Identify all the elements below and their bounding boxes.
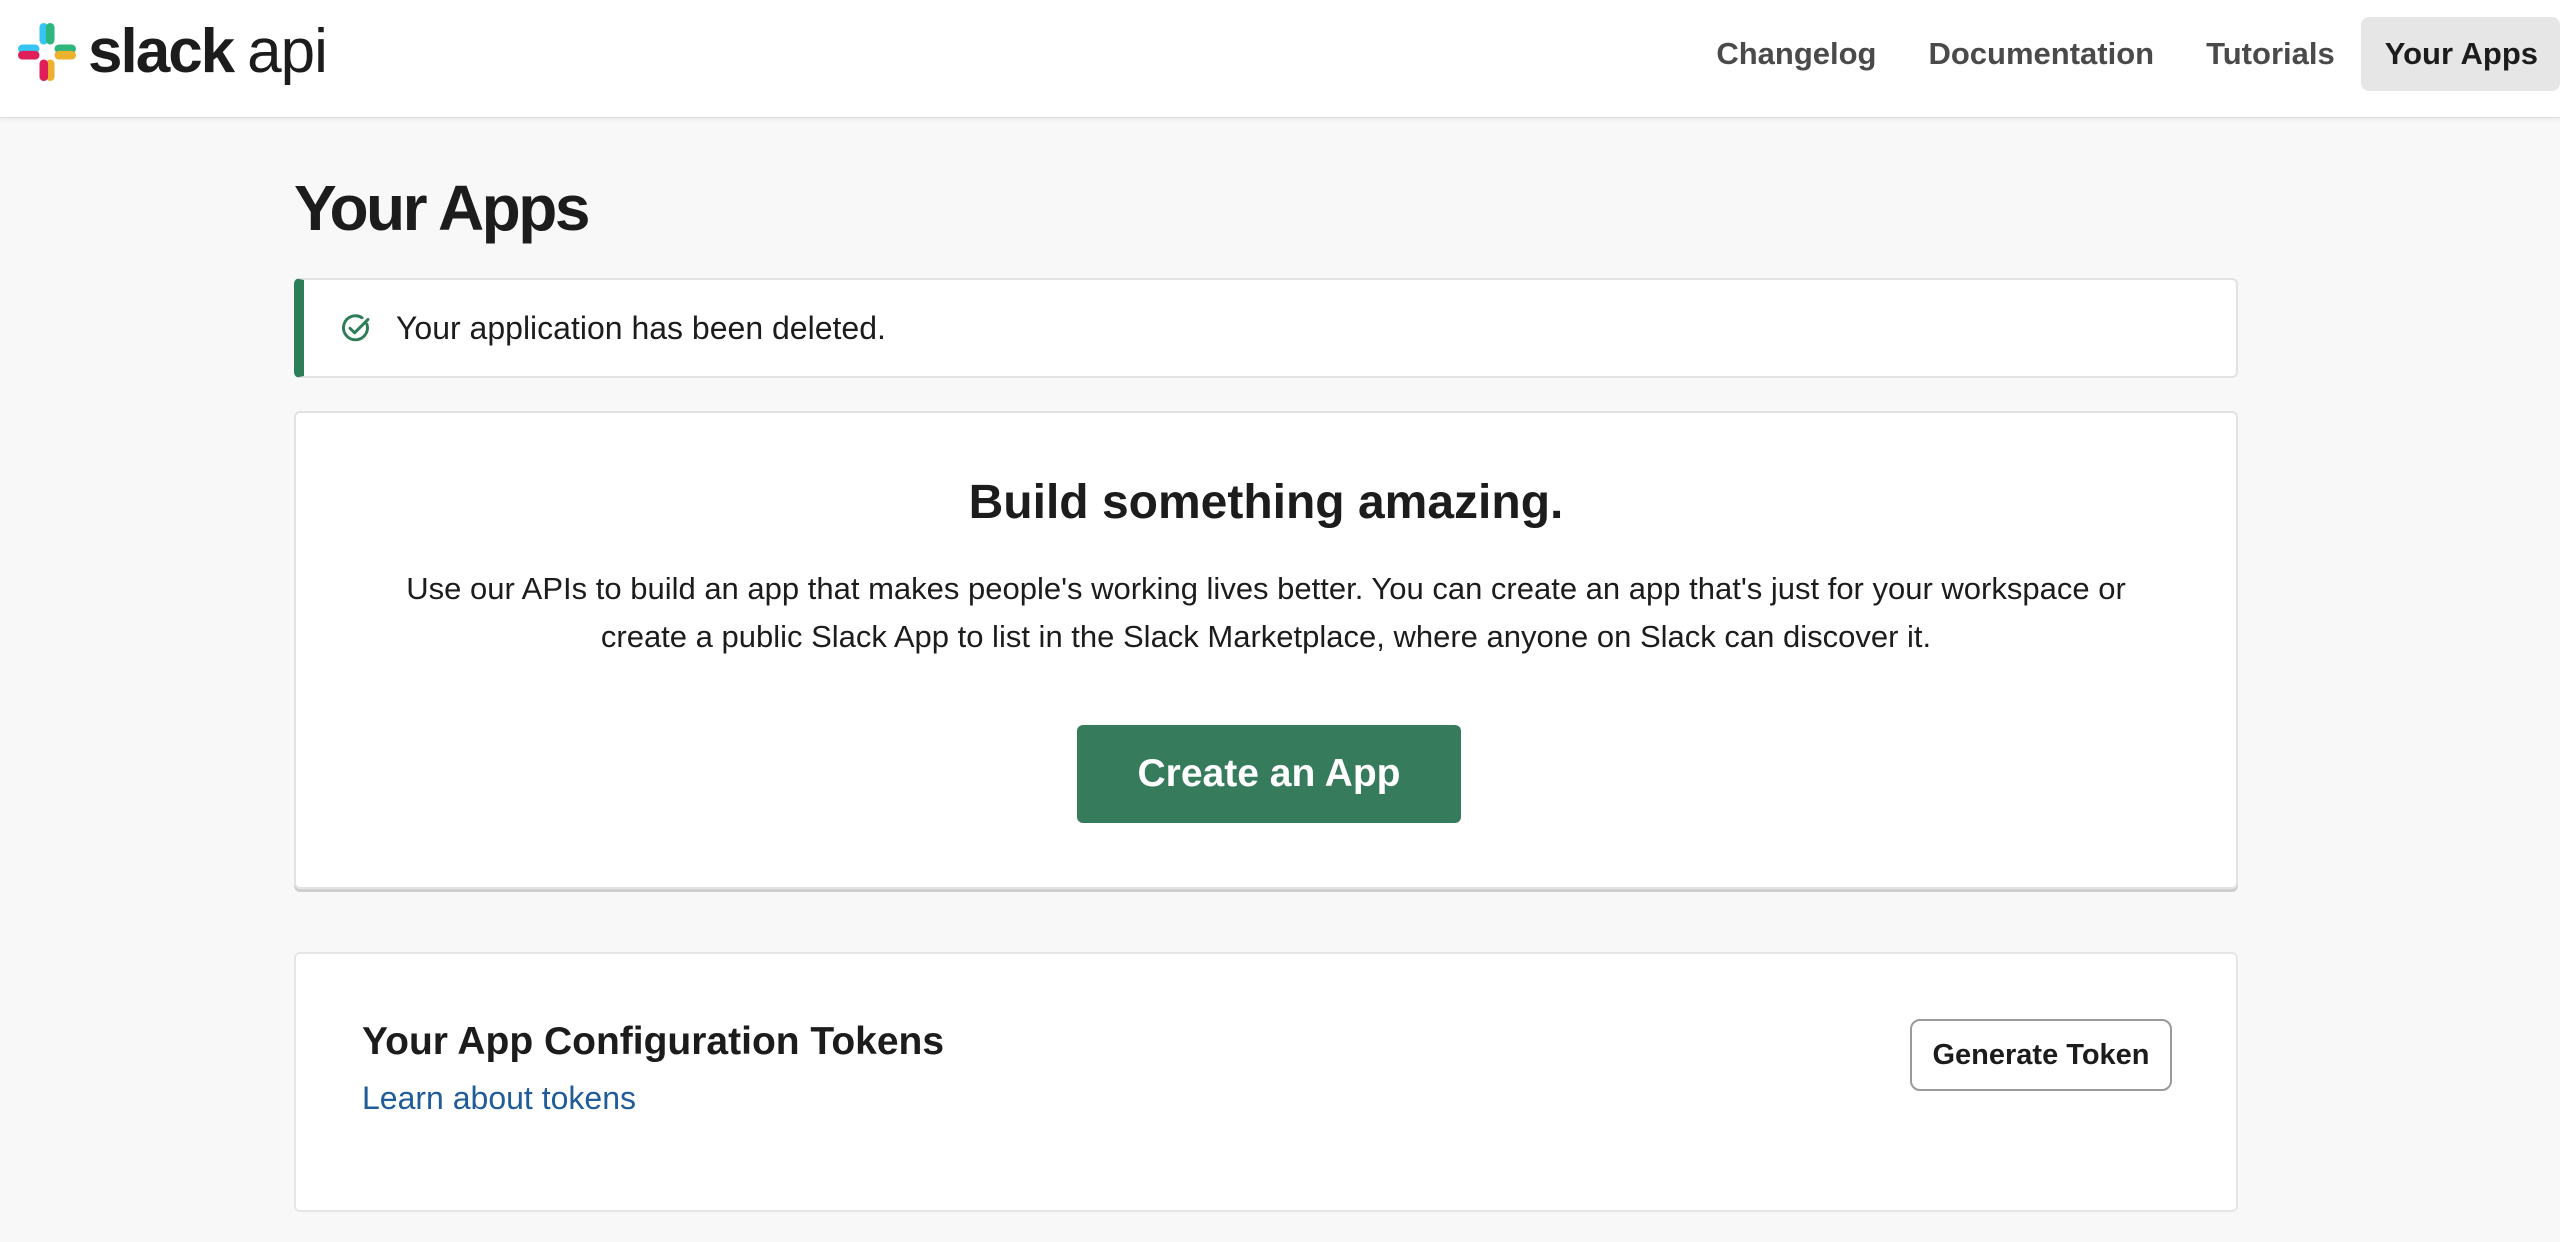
deleted-success-alert: Your application has been deleted. [294, 278, 2238, 378]
tokens-title: Your App Configuration Tokens [362, 1020, 945, 1063]
create-app-button[interactable]: Create an App [1077, 725, 1461, 823]
generate-token-button[interactable]: Generate Token [1910, 1019, 2172, 1091]
brand-wordmark: slack [88, 17, 235, 86]
app-configuration-tokens-card: Your App Configuration Tokens Learn abou… [294, 952, 2238, 1212]
nav-documentation[interactable]: Documentation [1902, 17, 2180, 91]
slack-api-home-link[interactable]: slack api [18, 17, 328, 86]
nav-your-apps[interactable]: Your Apps [2360, 17, 2560, 91]
nav-changelog[interactable]: Changelog [1690, 17, 1902, 91]
brand-suffix: api [247, 17, 328, 86]
slack-logo-icon [18, 23, 76, 81]
check-circle-icon [342, 314, 370, 342]
build-app-card: Build something amazing. Use our APIs to… [294, 411, 2238, 889]
build-title: Build something amazing. [968, 476, 1564, 529]
nav-tutorials[interactable]: Tutorials [2180, 17, 2361, 91]
main-nav: Changelog Documentation Tutorials Your A… [1690, 17, 2560, 91]
learn-about-tokens-link[interactable]: Learn about tokens [362, 1080, 636, 1117]
build-description: Use our APIs to build an app that makes … [406, 571, 2126, 654]
page-title: Your Apps [294, 172, 590, 244]
alert-message: Your application has been deleted. [396, 309, 886, 346]
top-navigation-bar: slack api Changelog Documentation Tutori… [0, 0, 2560, 118]
